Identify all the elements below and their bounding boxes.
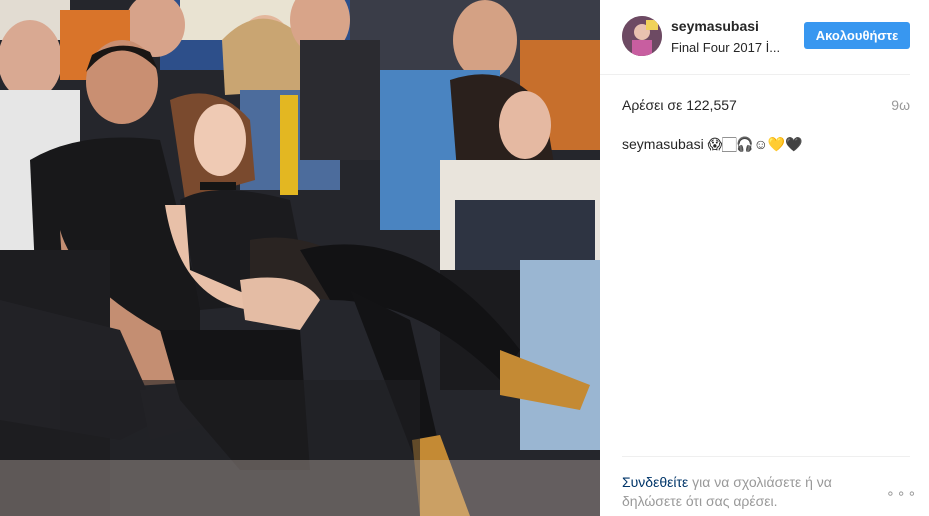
- photo-image: [0, 0, 600, 516]
- avatar[interactable]: [622, 16, 662, 56]
- comment-footer: Συνδεθείτε για να σχολιάσετε ή να δηλώσε…: [622, 456, 916, 509]
- follow-button[interactable]: Ακολουθήστε: [804, 22, 910, 49]
- login-prompt: Συνδεθείτε για να σχολιάσετε ή να δηλώσε…: [622, 473, 872, 511]
- post-side-panel: seymasubasi Final Four 2017 İ... Ακολουθ…: [600, 0, 929, 516]
- likes-count[interactable]: Αρέσει σε 122,557: [622, 97, 737, 113]
- post-photo[interactable]: [0, 0, 600, 516]
- location-link[interactable]: Final Four 2017 İ...: [671, 40, 791, 55]
- caption-username[interactable]: seymasubasi: [622, 136, 704, 152]
- more-options-icon[interactable]: ∘∘∘: [886, 485, 918, 502]
- login-link[interactable]: Συνδεθείτε: [622, 474, 688, 490]
- caption: seymasubasi 😱🏻🎧☺💛🖤: [622, 136, 803, 153]
- post-header: seymasubasi Final Four 2017 İ... Ακολουθ…: [600, 0, 910, 75]
- caption-text: 😱🏻🎧☺💛🖤: [707, 136, 803, 152]
- avatar-image: [622, 16, 662, 56]
- username-link[interactable]: seymasubasi: [671, 18, 759, 34]
- post-time[interactable]: 9ω: [891, 97, 910, 113]
